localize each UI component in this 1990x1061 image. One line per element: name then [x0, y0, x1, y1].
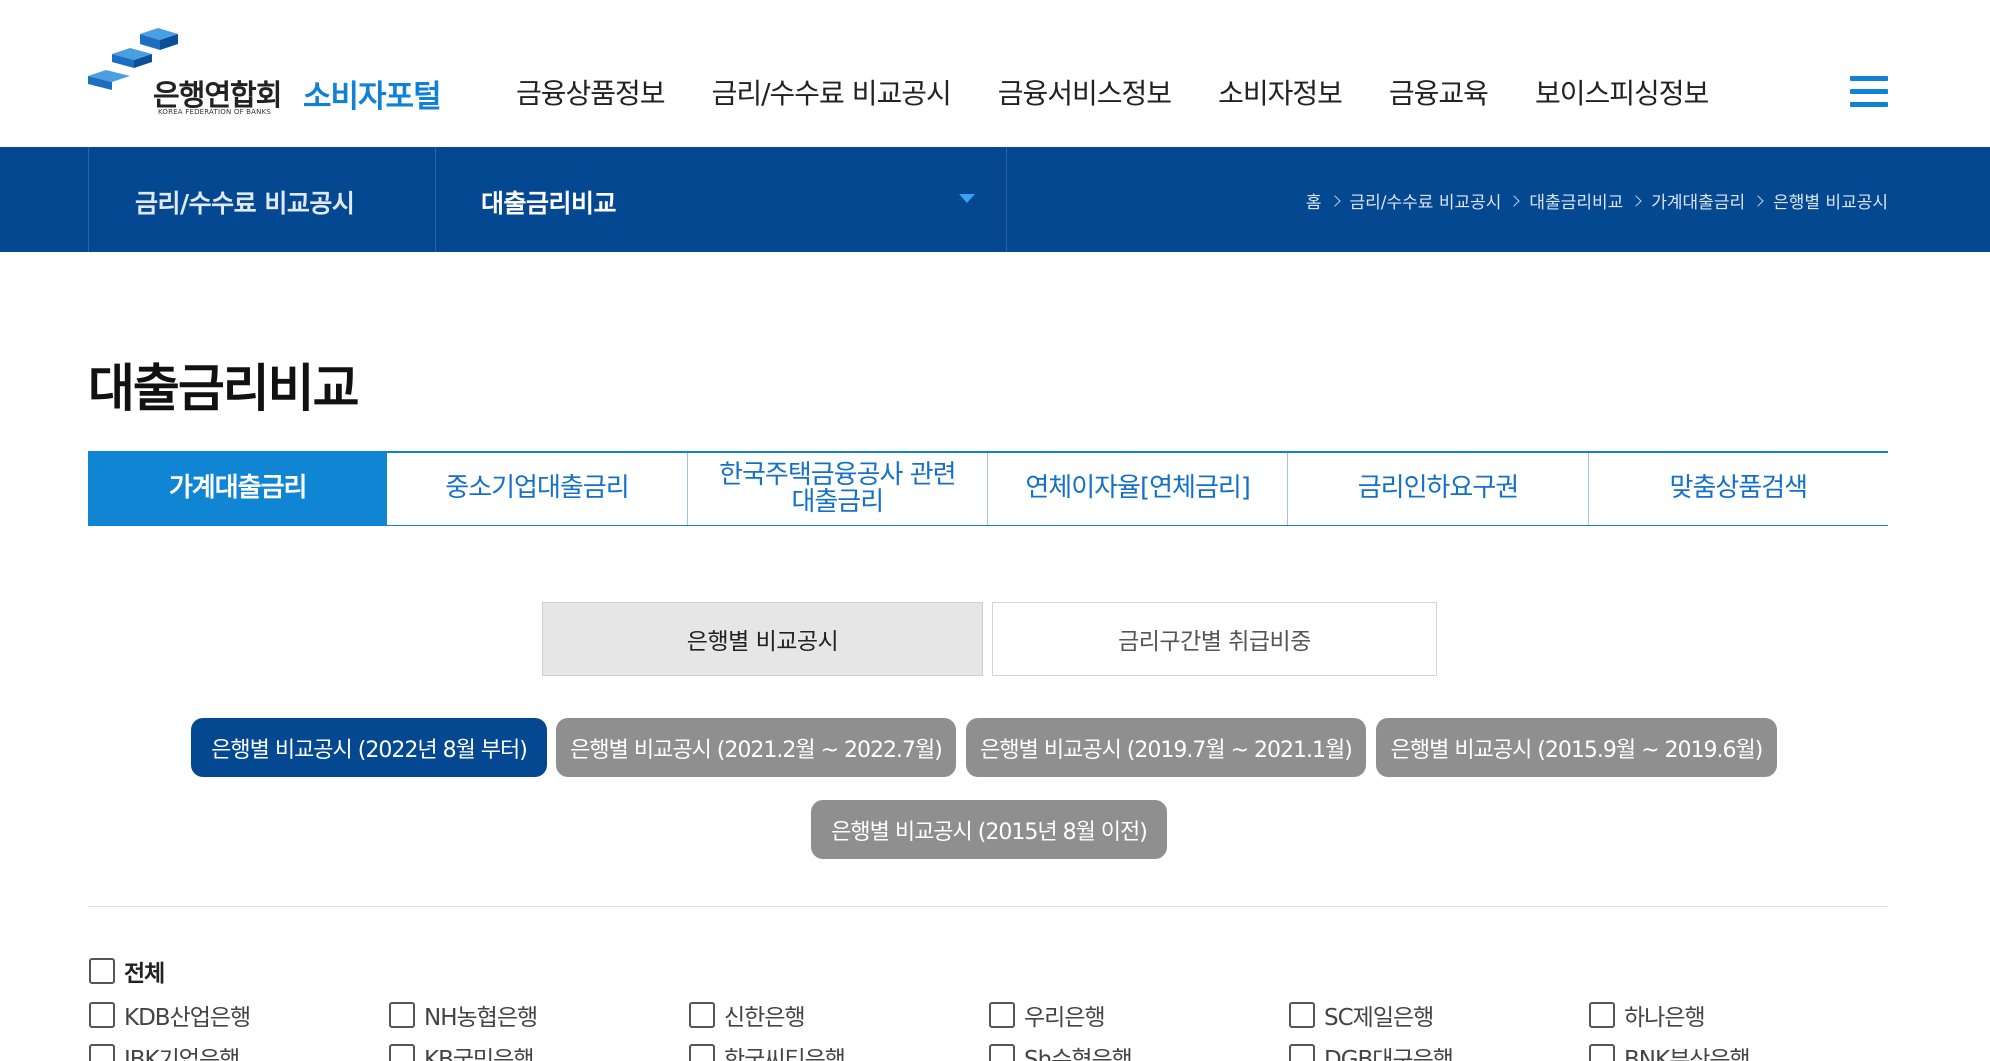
segment-bank-compare[interactable]: 은행별 비교공시: [542, 602, 983, 676]
dropdown-caret-icon[interactable]: [959, 194, 975, 203]
chevron-right-icon: [1752, 194, 1764, 207]
checkbox-label: IBK기업은행: [124, 1047, 240, 1061]
breadcrumb: 홈 금리/수수료 비교공시 대출금리비교 가계대출금리 은행별 비교공시: [1306, 188, 1888, 213]
checkbox-square[interactable]: [389, 1044, 415, 1061]
logo-subtitle: KOREA FEDERATION OF BANKS: [158, 108, 272, 116]
subnav-divider: [435, 147, 436, 252]
checkbox-square[interactable]: [89, 958, 115, 984]
checkbox-label: 전체: [124, 961, 165, 987]
checkbox-bank[interactable]: KDB산업은행: [89, 998, 251, 1032]
checkbox-square[interactable]: [89, 1002, 115, 1028]
chevron-right-icon: [1508, 194, 1521, 207]
checkbox-bank[interactable]: 하나은행: [1589, 998, 1706, 1032]
chevron-right-icon: [1328, 194, 1341, 207]
site-header: 은행연합회 KOREA FEDERATION OF BANKS 소비자포털 금융…: [0, 0, 1990, 147]
checkbox-label: 한국씨티은행: [724, 1047, 846, 1061]
checkbox-square[interactable]: [1589, 1044, 1615, 1061]
logo-portal-name: 소비자포털: [303, 79, 442, 115]
checkbox-label: BNK부산은행: [1624, 1047, 1751, 1061]
tab-overdue-rate[interactable]: 연체이자율[연체금리]: [988, 453, 1289, 525]
breadcrumb-home[interactable]: 홈: [1306, 188, 1322, 213]
breadcrumb-item[interactable]: 금리/수수료 비교공시: [1350, 188, 1502, 213]
checkbox-square[interactable]: [689, 1002, 715, 1028]
site-logo[interactable]: 은행연합회 KOREA FEDERATION OF BANKS 소비자포털: [88, 28, 468, 120]
breadcrumb-item[interactable]: 가계대출금리: [1651, 188, 1745, 213]
gnb-item-consumer-info[interactable]: 소비자정보: [1218, 72, 1343, 112]
checkbox-label: 우리은행: [1024, 1005, 1106, 1031]
tab-household-loan[interactable]: 가계대출금리: [88, 453, 388, 525]
checkbox-square[interactable]: [689, 1044, 715, 1061]
chevron-right-icon: [1630, 194, 1642, 207]
period-button-2022-08-onward[interactable]: 은행별 비교공시 (2022년 8월 부터): [191, 718, 547, 777]
checkbox-all[interactable]: 전체: [89, 954, 165, 988]
checkbox-square[interactable]: [1289, 1002, 1315, 1028]
checkbox-label: KDB산업은행: [124, 1005, 251, 1031]
checkbox-label: KB국민은행: [424, 1047, 535, 1061]
checkbox-square[interactable]: [389, 1002, 415, 1028]
gnb-item-education[interactable]: 금융교육: [1389, 72, 1489, 112]
period-button-2021-02-to-2022-07[interactable]: 은행별 비교공시 (2021.2월 ~ 2022.7월): [556, 718, 956, 777]
tab-hf-loan[interactable]: 한국주택금융공사 관련 대출금리: [688, 453, 988, 525]
gnb-item-products[interactable]: 금융상품정보: [516, 72, 666, 112]
hamburger-menu-icon[interactable]: [1850, 76, 1888, 112]
global-nav: 금융상품정보 금리/수수료 비교공시 금융서비스정보 소비자정보 금융교육 보이…: [516, 72, 1755, 112]
checkbox-square[interactable]: [989, 1002, 1015, 1028]
checkbox-bank[interactable]: 신한은행: [689, 998, 806, 1032]
gnb-item-services[interactable]: 금융서비스정보: [998, 72, 1172, 112]
period-button-before-2015-08[interactable]: 은행별 비교공시 (2015년 8월 이전): [811, 800, 1167, 859]
checkbox-square[interactable]: [1289, 1044, 1315, 1061]
checkbox-bank[interactable]: SC제일은행: [1289, 998, 1434, 1032]
checkbox-bank[interactable]: KB국민은행: [389, 1040, 535, 1061]
breadcrumb-item[interactable]: 대출금리비교: [1529, 188, 1623, 213]
checkbox-label: Sh수협은행: [1024, 1047, 1133, 1061]
checkbox-bank[interactable]: 한국씨티은행: [689, 1040, 846, 1061]
tab-rate-cut-right[interactable]: 금리인하요구권: [1288, 453, 1589, 525]
subnav-depth1-menu[interactable]: 금리/수수료 비교공시: [135, 184, 355, 220]
checkbox-label: SC제일은행: [1324, 1005, 1434, 1031]
checkbox-label: 하나은행: [1624, 1005, 1706, 1031]
page-title: 대출금리비교: [88, 360, 360, 419]
checkbox-bank[interactable]: IBK기업은행: [89, 1040, 240, 1061]
checkbox-label: DGB대구은행: [1324, 1047, 1454, 1061]
period-button-2015-09-to-2019-06[interactable]: 은행별 비교공시 (2015.9월 ~ 2019.6월): [1376, 718, 1777, 777]
checkbox-square[interactable]: [89, 1044, 115, 1061]
tab-sme-loan[interactable]: 중소기업대출금리: [387, 453, 688, 525]
checkbox-bank[interactable]: Sh수협은행: [989, 1040, 1133, 1061]
checkbox-square[interactable]: [989, 1044, 1015, 1061]
subnav-divider: [88, 147, 89, 252]
checkbox-bank[interactable]: BNK부산은행: [1589, 1040, 1751, 1061]
gnb-item-voice-phishing[interactable]: 보이스피싱정보: [1535, 72, 1709, 112]
checkbox-bank[interactable]: 우리은행: [989, 998, 1106, 1032]
checkbox-square[interactable]: [1589, 1002, 1615, 1028]
breadcrumb-item-current[interactable]: 은행별 비교공시: [1773, 188, 1888, 213]
subnav-depth2-menu[interactable]: 대출금리비교: [481, 184, 617, 220]
segment-rate-range-share[interactable]: 금리구간별 취급비중: [992, 602, 1437, 676]
checkbox-label: 신한은행: [724, 1005, 806, 1031]
checkbox-label: NH농협은행: [424, 1005, 538, 1031]
gnb-item-rate-compare[interactable]: 금리/수수료 비교공시: [712, 72, 952, 112]
subnav-divider: [1006, 147, 1007, 252]
checkbox-bank[interactable]: NH농협은행: [389, 998, 538, 1032]
tab-custom-search[interactable]: 맞춤상품검색: [1589, 453, 1888, 525]
loan-type-tabs: 가계대출금리 중소기업대출금리 한국주택금융공사 관련 대출금리 연체이자율[연…: [88, 451, 1888, 526]
period-button-2019-07-to-2021-01[interactable]: 은행별 비교공시 (2019.7월 ~ 2021.1월): [966, 718, 1366, 777]
checkbox-bank[interactable]: DGB대구은행: [1289, 1040, 1454, 1061]
section-divider: [88, 906, 1888, 907]
